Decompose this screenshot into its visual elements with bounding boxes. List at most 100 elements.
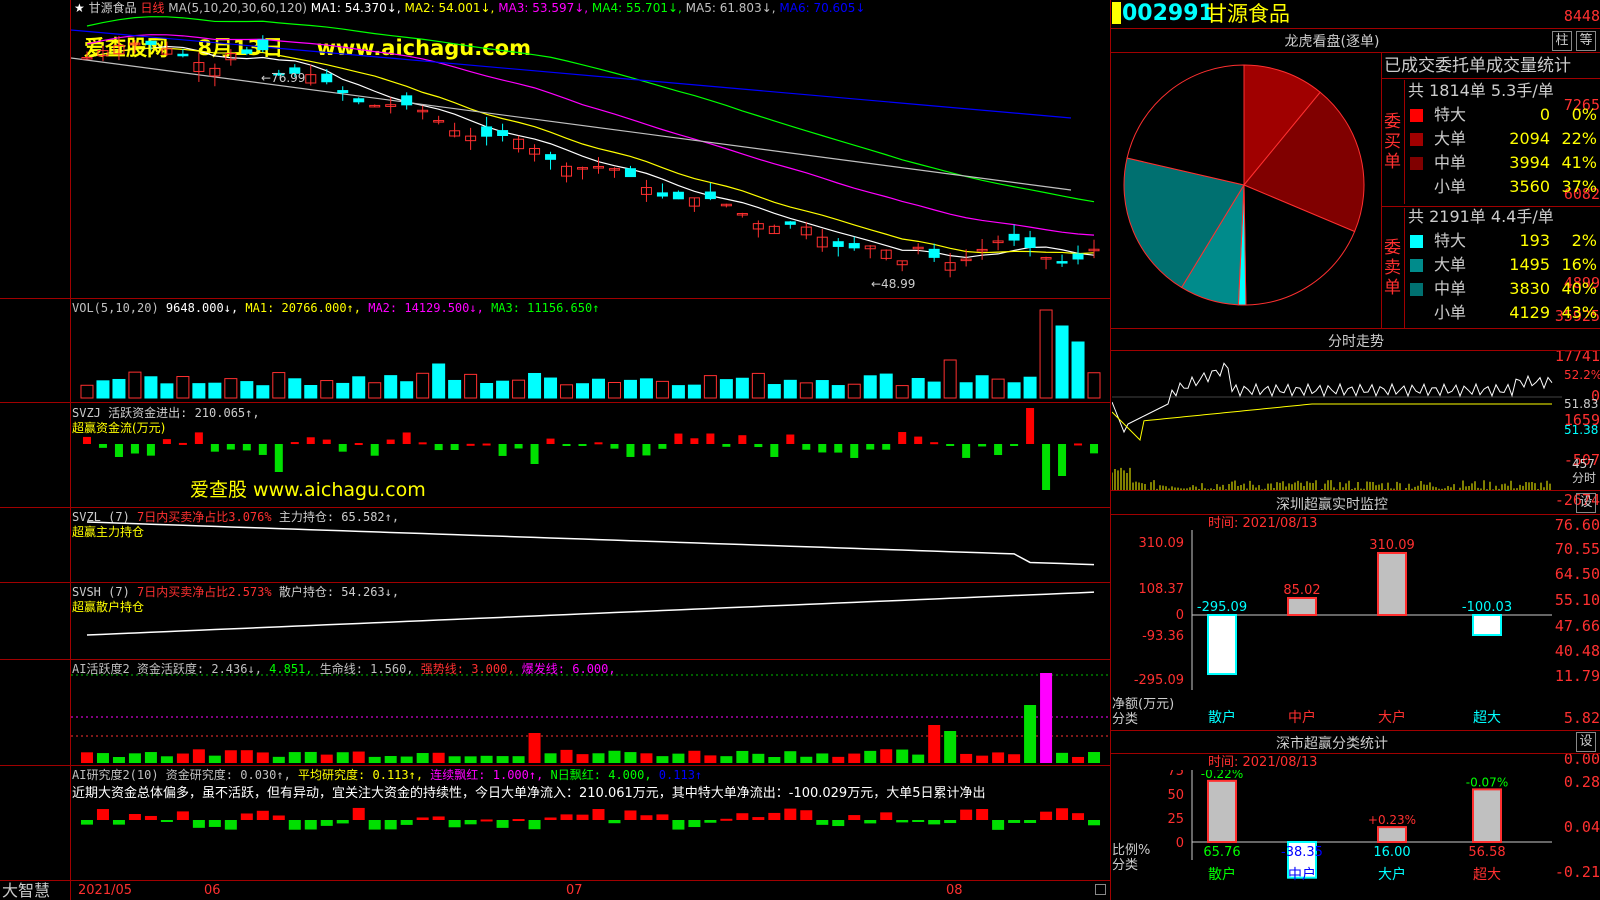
candle	[337, 90, 349, 94]
footer-bar: 大智慧 2021/05 06 07 08	[0, 881, 1110, 900]
volume-bar	[927, 381, 941, 399]
bar-category-label: 散户	[1208, 866, 1236, 883]
order-value: 4129	[1509, 303, 1550, 322]
svzj-bar	[818, 444, 827, 453]
volume-bar	[1007, 382, 1021, 399]
order-name: 大单	[1434, 255, 1467, 274]
bar-category-label: 散户	[1208, 709, 1236, 726]
ma-line	[86, 47, 1095, 255]
ai1-bar	[480, 755, 493, 763]
ai2-bar	[528, 820, 541, 830]
lock-icon[interactable]	[1095, 884, 1106, 895]
svzj-bar	[162, 439, 171, 444]
svzj-bar	[562, 444, 571, 446]
order-name: 特大	[1434, 231, 1467, 250]
volume-bar	[176, 376, 190, 399]
bar	[1472, 614, 1502, 637]
candle	[257, 39, 269, 51]
ai1-bar	[864, 750, 877, 763]
candle	[1024, 237, 1036, 248]
bar-value-label: 56.58	[1468, 845, 1505, 860]
svzj-bar	[354, 443, 363, 446]
candle	[497, 130, 509, 136]
bar	[1207, 779, 1237, 843]
volume-bar	[368, 382, 382, 399]
candle	[704, 191, 716, 200]
svzj-bar	[930, 442, 939, 445]
ma-line	[86, 34, 1095, 236]
svzl-chart	[86, 521, 1095, 566]
bar-y-label: 50	[1167, 788, 1184, 803]
svzj-bar	[882, 444, 891, 450]
class-settings-button[interactable]: 设	[1576, 732, 1596, 752]
bar-y-label: -295.09	[1134, 673, 1184, 688]
ai1-bar	[832, 756, 845, 763]
ai2-bar	[368, 820, 381, 830]
order-value: 3994	[1509, 153, 1550, 172]
ai1-bar	[80, 752, 93, 763]
volume-bar	[895, 385, 909, 399]
svzj-bar	[850, 444, 859, 458]
ai1-bar	[272, 756, 285, 763]
volume-bar	[448, 379, 462, 399]
ai2-chart	[80, 807, 1101, 830]
right-divider	[1111, 514, 1600, 515]
volume-bar	[192, 383, 206, 399]
volume-bar	[639, 378, 653, 399]
ai2-bar	[624, 810, 637, 820]
low-price-marker: ←48.99	[871, 277, 915, 291]
monitor-settings-button[interactable]: 设	[1576, 493, 1596, 513]
bar-y-label: 0	[1176, 836, 1184, 851]
volume-bar	[256, 385, 270, 399]
order-pct: 40%	[1561, 279, 1597, 298]
bar	[1207, 614, 1237, 676]
date-tick: 07	[566, 883, 583, 898]
candle	[321, 73, 333, 83]
monitor-chart: 310.09 108.37 0 -93.36 -295.09 -295.09 85.02 31…	[1112, 530, 1552, 727]
svzj-bar	[722, 444, 731, 447]
svzj-bar	[242, 444, 251, 451]
ai2-bar	[976, 809, 989, 820]
ai2-bar	[224, 820, 237, 830]
candle	[1072, 253, 1084, 260]
bar-view-button[interactable]: 柱	[1552, 31, 1572, 51]
order-pie-chart	[1123, 64, 1365, 306]
svzj-bar	[738, 435, 747, 444]
svzj-bar	[594, 442, 603, 445]
svzj-bar	[114, 444, 123, 457]
bar-y-label: 75	[1167, 770, 1184, 779]
svzj-bar	[834, 444, 843, 453]
intraday-title: 分时走势	[1328, 334, 1384, 350]
ai1-bar	[576, 754, 589, 763]
right-divider	[1111, 350, 1600, 351]
order-value: 3560	[1509, 177, 1550, 196]
candle	[1008, 233, 1020, 241]
svzj-bar	[210, 444, 219, 452]
stock-name: 甘源食品	[1206, 2, 1290, 26]
date-tick: 08	[946, 883, 963, 898]
ai2-bar	[256, 810, 269, 820]
candle	[656, 192, 668, 197]
bar-value-label: 310.09	[1369, 538, 1415, 553]
ai1-bar	[960, 753, 973, 763]
bar	[1377, 551, 1407, 617]
volume-bar	[80, 384, 94, 399]
order-value: 0	[1539, 105, 1550, 124]
ai1-bar	[1056, 752, 1069, 763]
ai2-bar	[928, 820, 941, 825]
volume-bar	[96, 380, 110, 399]
brand-label: 大智慧	[2, 881, 51, 900]
ai1-bar	[624, 752, 637, 763]
legend-swatch	[1410, 259, 1423, 272]
svzj-bar	[98, 444, 107, 448]
volume-bar	[320, 380, 334, 399]
legend-swatch	[1410, 235, 1423, 248]
ai1-bar	[240, 750, 253, 763]
svzj-bar	[978, 444, 987, 447]
intraday-chart[interactable]: 52.2% 51.83 51.38 457 分时	[1112, 352, 1600, 490]
svzj-bar	[690, 438, 699, 444]
axis-label: 比例%	[1112, 843, 1150, 858]
settings-button[interactable]: 等	[1576, 31, 1596, 51]
intraday-price-line	[1112, 362, 1553, 434]
order-name: 小单	[1434, 303, 1467, 322]
